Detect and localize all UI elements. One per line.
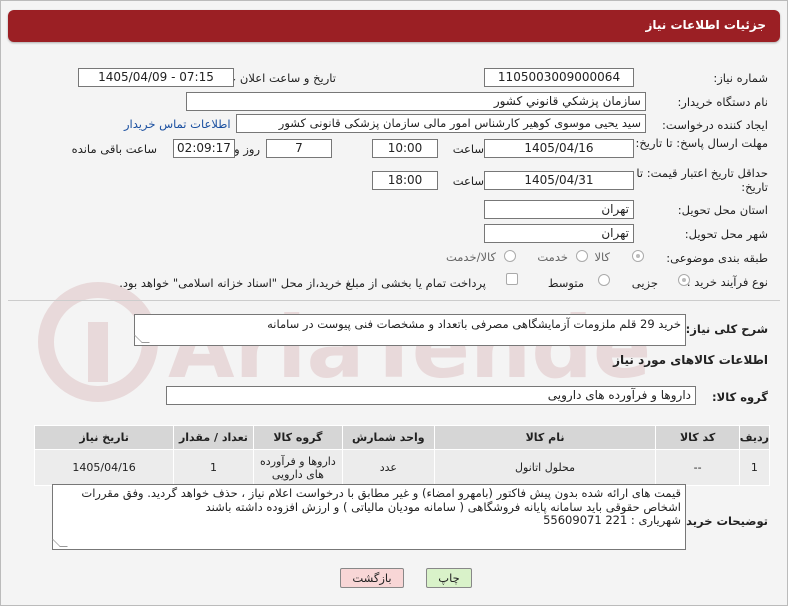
deadline-label: مهلت ارسال پاسخ: تا تاریخ:: [635, 136, 768, 150]
cell-code: --: [655, 449, 740, 486]
goods-table: ردیف کد کالا نام کالا واحد شمارش گروه کا…: [33, 425, 771, 486]
city-field: تهران: [484, 224, 634, 243]
divider: [8, 300, 780, 301]
cell-unit: عدد: [342, 449, 435, 486]
process-minor-radio[interactable]: [678, 274, 690, 286]
goods-group-field: داروها و فرآورده های دارویی: [166, 386, 696, 405]
col-quantity: تعداد / مقدار: [173, 425, 254, 450]
svg-text:AriaTender.net: AriaTender.net: [168, 298, 648, 398]
remaining-time-label: ساعت باقی مانده: [71, 142, 157, 156]
col-code: کد کالا: [655, 425, 740, 450]
process-minor-label: جزیی: [631, 276, 658, 290]
validity-date-field: 1405/04/31: [484, 171, 634, 190]
buyer-notes-line-1: قیمت های ارائه شده بدون پیش فاکتور (بامه…: [81, 486, 681, 500]
buyer-org-label: نام دستگاه خریدار:: [677, 95, 768, 109]
cell-group: داروها و فرآورده های دارویی: [252, 449, 344, 486]
summary-textarea[interactable]: خرید 29 قلم ملزومات آزمایشگاهی مصرفی بات…: [134, 314, 686, 346]
details-panel: AriaTender.net شماره نیاز: 1105003009000…: [8, 52, 780, 600]
goods-section-title: اطلاعات کالاهای مورد نیاز: [613, 353, 768, 367]
remaining-time-field: 02:09:17: [173, 139, 235, 158]
requester-field: سید یحیی موسوی کوهیر کارشناس امور مالی س…: [236, 114, 646, 133]
goods-table-header: ردیف کد کالا نام کالا واحد شمارش گروه کا…: [33, 425, 771, 450]
validity-time-label: ساعت: [452, 174, 484, 188]
deadline-date-field: 1405/04/16: [484, 139, 634, 158]
buyer-notes-line-2: اشخاص حقوقی باید سامانه پایانه فروشگاهی …: [205, 499, 681, 514]
process-medium-label: متوسط: [547, 276, 584, 290]
days-label: روز و: [234, 142, 260, 156]
table-row: 1 -- محلول اتانول عدد داروها و فرآورده ه…: [33, 449, 771, 486]
cell-quantity: 1: [173, 449, 254, 486]
contact-buyer-link[interactable]: اطلاعات تماس خریدار: [124, 117, 231, 131]
cell-date: 1405/04/16: [33, 449, 175, 486]
category-goods-radio[interactable]: [632, 250, 644, 262]
back-button[interactable]: بازگشت: [340, 568, 404, 588]
deadline-time-field: 10:00: [372, 139, 438, 158]
validity-label: حداقل تاریخ اعتبار قیمت: تا تاریخ:: [636, 166, 768, 194]
need-number-label: شماره نیاز:: [713, 71, 768, 85]
cell-name: محلول اتانول: [433, 449, 657, 486]
buyer-notes-line-3: شهریاری : 221 55609071: [543, 513, 681, 527]
col-name: نام کالا: [433, 425, 657, 450]
col-row: ردیف: [738, 425, 771, 450]
goods-group-label: گروه کالا:: [712, 390, 768, 404]
treasury-payment-checkbox[interactable]: [506, 273, 518, 285]
province-label: استان محل تحویل:: [677, 203, 768, 217]
buyer-notes-textarea[interactable]: قیمت های ارائه شده بدون پیش فاکتور (بامه…: [52, 484, 686, 550]
col-unit: واحد شمارش: [342, 425, 435, 450]
requester-label: ایجاد کننده درخواست:: [662, 118, 768, 132]
process-medium-radio[interactable]: [598, 274, 610, 286]
category-service-radio[interactable]: [576, 250, 588, 262]
deadline-time-label: ساعت: [452, 142, 484, 156]
process-label: نوع فرآیند خرید :: [686, 275, 768, 289]
buyer-org-field: سازمان پزشكي قانوني كشور: [186, 92, 646, 111]
cell-row: 1: [738, 449, 771, 486]
days-field: 7: [266, 139, 332, 158]
category-both-label: کالا/خدمت: [445, 250, 496, 264]
city-label: شهر محل تحویل:: [684, 227, 768, 241]
print-button[interactable]: چاپ: [426, 568, 472, 588]
category-label: طبقه بندی موضوعی:: [666, 251, 768, 265]
category-goods-label: کالا: [594, 250, 610, 264]
col-group: گروه کالا: [252, 425, 344, 450]
treasury-payment-note: پرداخت تمام یا بخشی از مبلغ خرید،از محل …: [119, 276, 486, 290]
page-header: جزئیات اطلاعات نیاز: [8, 10, 780, 42]
validity-time-field: 18:00: [372, 171, 438, 190]
category-service-label: خدمت: [537, 250, 568, 264]
province-field: تهران: [484, 200, 634, 219]
summary-label: شرح کلی نیاز:: [685, 322, 768, 336]
announce-field: 1405/04/09 - 07:15: [78, 68, 234, 87]
need-number-field: 1105003009000064: [484, 68, 634, 87]
category-both-radio[interactable]: [504, 250, 516, 262]
page-title: جزئیات اطلاعات نیاز: [645, 18, 766, 32]
summary-text: خرید 29 قلم ملزومات آزمایشگاهی مصرفی بات…: [267, 317, 681, 331]
col-date: تاریخ نیاز: [33, 425, 175, 450]
